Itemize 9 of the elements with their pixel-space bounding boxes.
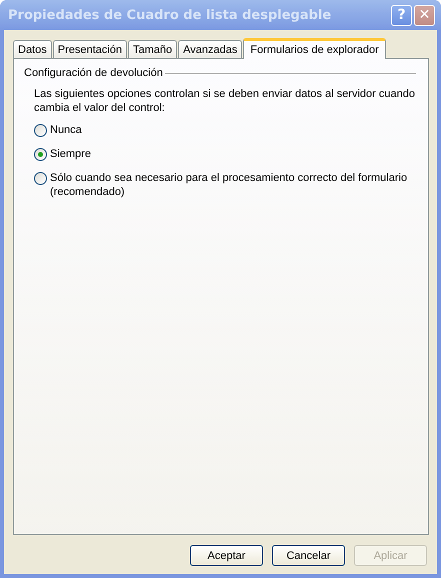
radio-option[interactable]: Siempre <box>34 147 420 161</box>
radio-option[interactable]: Sólo cuando sea necesario para el procesamiento correcto del formulario (recomendado) <box>34 171 420 199</box>
radio-button[interactable] <box>34 148 47 161</box>
radio-button[interactable] <box>34 172 47 185</box>
description-text: Las siguientes opciones controlan si se deben enviar datos al servidor cuando cambia el valor del control: <box>34 87 416 115</box>
radio-button[interactable] <box>34 124 47 137</box>
window-title: Propiedades de Cuadro de lista desplegable <box>8 8 332 22</box>
radio-option[interactable]: Nunca <box>34 123 420 137</box>
group-title: Configuración de devolución <box>24 67 163 79</box>
